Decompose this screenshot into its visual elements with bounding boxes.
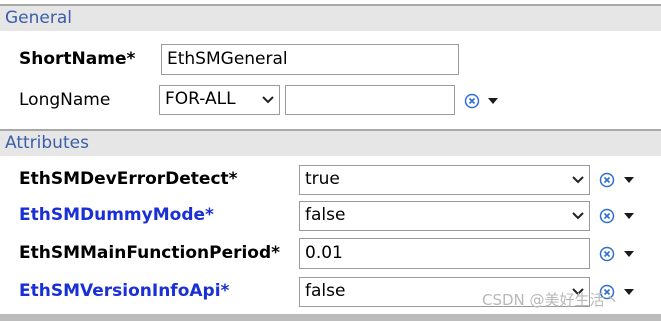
general-section-header[interactable]: General bbox=[0, 4, 661, 31]
reset-default-icon[interactable] bbox=[599, 172, 615, 188]
dropdown-menu-icon[interactable] bbox=[624, 251, 634, 257]
bottom-scroll-bar bbox=[0, 314, 661, 321]
reset-default-icon[interactable] bbox=[464, 93, 480, 109]
mainfunctionperiod-input[interactable]: 0.01 bbox=[299, 238, 590, 269]
deverrordetect-select[interactable]: true bbox=[299, 165, 590, 195]
shortname-input[interactable]: EthSMGeneral bbox=[161, 44, 459, 75]
attribute-label-versioninfoapi[interactable]: EthSMVersionInfoApi* bbox=[19, 281, 229, 301]
attribute-label-dummymode[interactable]: EthSMDummyMode* bbox=[19, 205, 214, 225]
attributes-section-header[interactable]: Attributes bbox=[0, 129, 661, 156]
dropdown-menu-icon[interactable] bbox=[624, 177, 634, 183]
shortname-label: ShortName* bbox=[19, 49, 136, 69]
attribute-label-mainfunctionperiod: EthSMMainFunctionPeriod* bbox=[19, 243, 281, 263]
dummymode-select[interactable]: false bbox=[299, 201, 590, 231]
dummymode-value: false bbox=[305, 205, 346, 225]
attribute-label-deverrordetect: EthSMDevErrorDetect* bbox=[19, 169, 238, 189]
longname-language-select[interactable]: FOR-ALL bbox=[159, 85, 280, 115]
attributes-section-title: Attributes bbox=[5, 133, 89, 153]
reset-default-icon[interactable] bbox=[599, 208, 615, 224]
longname-language-value: FOR-ALL bbox=[165, 89, 236, 109]
reset-default-icon[interactable] bbox=[599, 246, 615, 262]
dropdown-menu-icon[interactable] bbox=[624, 213, 634, 219]
deverrordetect-value: true bbox=[305, 169, 340, 189]
dropdown-menu-icon[interactable] bbox=[624, 289, 634, 295]
watermark-text: CSDN @美好生活丶 bbox=[482, 291, 620, 309]
dropdown-menu-icon[interactable] bbox=[488, 98, 498, 104]
general-section-title: General bbox=[5, 8, 72, 28]
longname-label: LongName bbox=[19, 90, 111, 110]
versioninfoapi-value: false bbox=[305, 281, 346, 301]
longname-input[interactable] bbox=[285, 85, 455, 115]
chevron-down-icon[interactable] bbox=[567, 166, 589, 194]
chevron-down-icon[interactable] bbox=[257, 86, 279, 114]
chevron-down-icon[interactable] bbox=[567, 202, 589, 230]
